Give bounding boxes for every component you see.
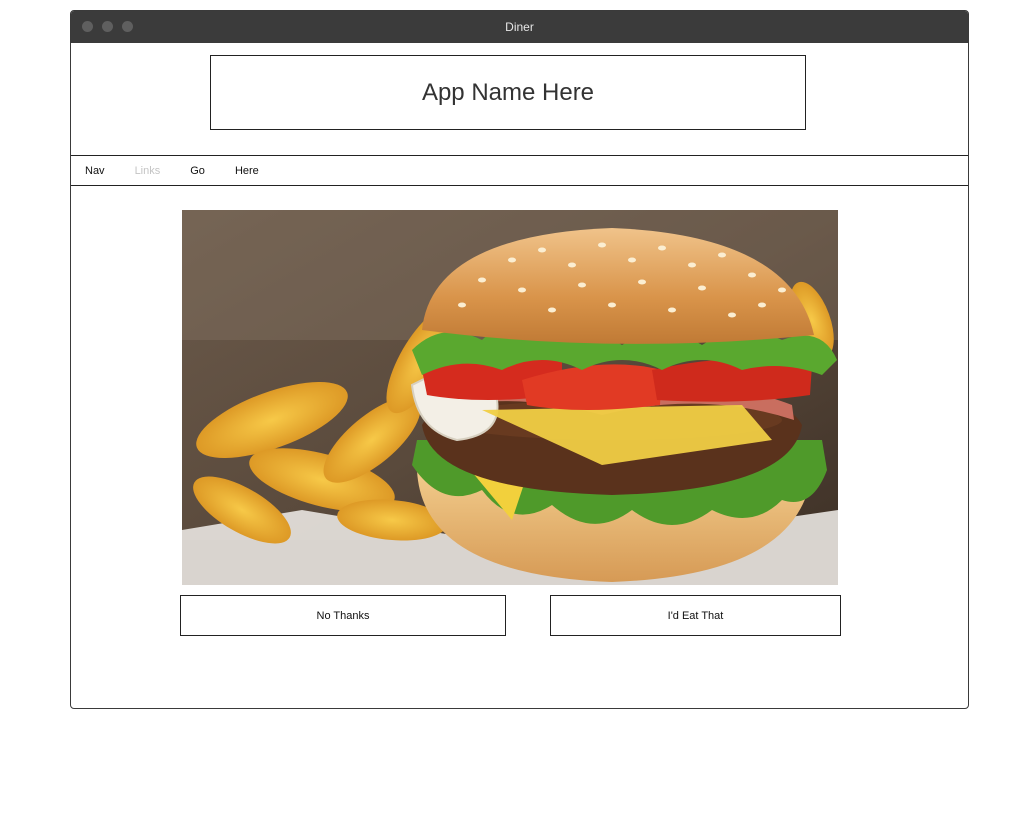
nav-link-go[interactable]: Go	[190, 165, 205, 177]
title-bar: Diner	[71, 11, 968, 43]
app-header: App Name Here	[210, 55, 806, 130]
app-window: Diner App Name Here Nav Links Go Here No…	[70, 10, 969, 709]
close-window-icon[interactable]	[82, 21, 93, 32]
eat-that-label: I'd Eat That	[667, 609, 724, 622]
nav-link-nav[interactable]: Nav	[85, 165, 105, 177]
window-title: Diner	[505, 20, 534, 34]
no-thanks-label: No Thanks	[316, 609, 370, 622]
app-name: App Name Here	[421, 78, 595, 106]
minimize-window-icon[interactable]	[102, 21, 113, 32]
nav-bar: Nav Links Go Here	[71, 155, 968, 186]
no-thanks-button[interactable]: No Thanks	[180, 595, 506, 636]
zoom-window-icon[interactable]	[122, 21, 133, 32]
nav-link-links: Links	[134, 164, 161, 177]
eat-that-button[interactable]: I'd Eat That	[550, 595, 841, 636]
burger-photo	[182, 210, 838, 585]
nav-link-here[interactable]: Here	[235, 165, 259, 177]
